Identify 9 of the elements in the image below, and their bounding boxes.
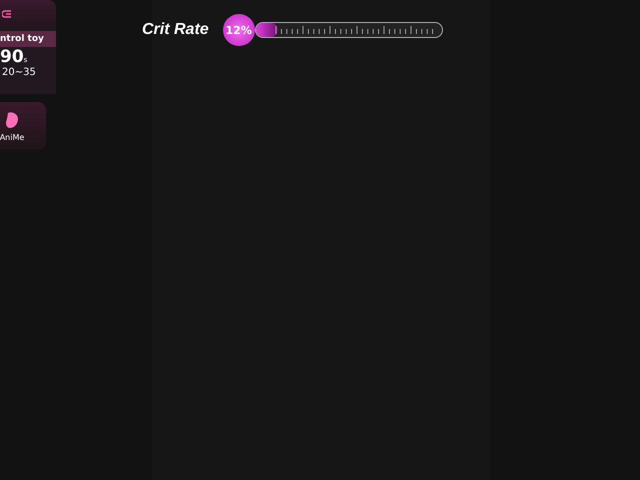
range-text: 20~35: [2, 67, 37, 78]
link-icon: [2, 10, 12, 18]
toy-label: AniMe: [0, 132, 24, 142]
toy-icon: [5, 110, 19, 128]
toy-card[interactable]: AniMe: [0, 102, 46, 150]
meter-label: Crit Rate: [142, 21, 209, 39]
meter-reading: 12%: [222, 14, 255, 46]
card-title: ntrol toy: [0, 31, 56, 47]
duration-value: 90: [0, 47, 24, 67]
